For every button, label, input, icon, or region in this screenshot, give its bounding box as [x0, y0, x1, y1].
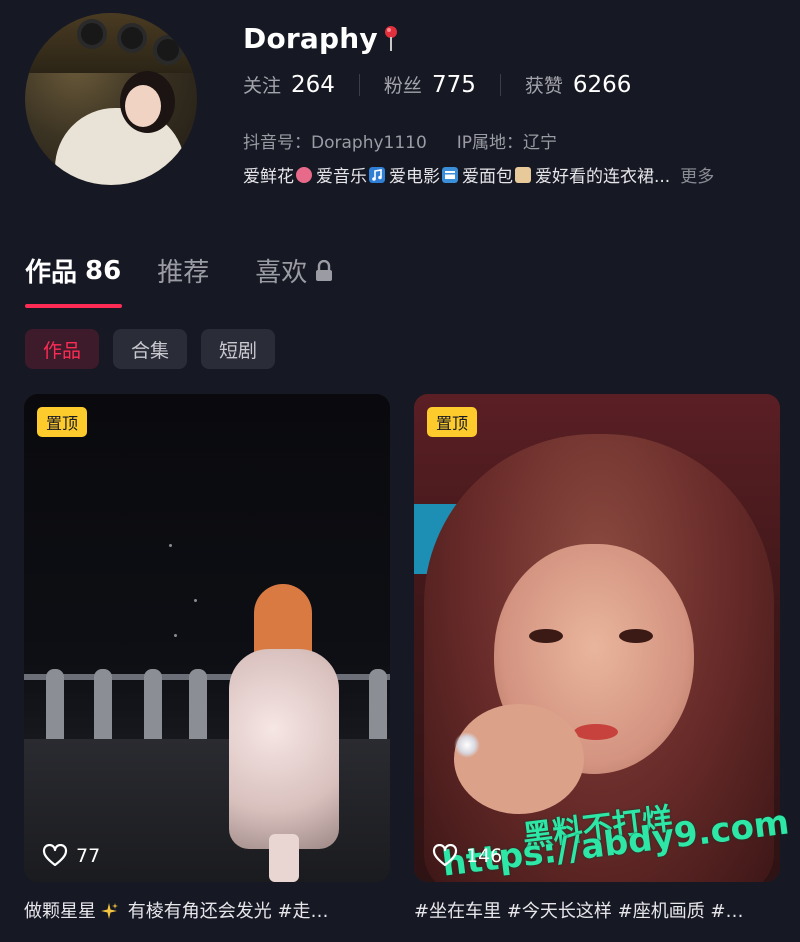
tab-label: 作品 [25, 258, 78, 288]
chip-works[interactable]: 作品 [25, 329, 100, 369]
avatar[interactable] [25, 13, 197, 185]
bio: 爱鲜花 爱音乐 爱电影 爱面包 爱好看的连衣裙... 更多 [243, 162, 714, 187]
stat-value: 6266 [572, 72, 632, 98]
bio-item: 爱电影 [389, 167, 440, 187]
bio-item: 爱音乐 [316, 167, 367, 187]
avatar-person-face [125, 85, 161, 127]
like-count-value: 77 [76, 845, 101, 867]
tab-recommend[interactable]: 推荐 [157, 252, 209, 289]
vinyl-record-decor [153, 35, 183, 65]
ip-location: IP属地：辽宁 [456, 133, 558, 153]
night-light [194, 599, 197, 602]
bridge-post [144, 669, 162, 739]
girl-dress [229, 649, 339, 849]
divider [499, 73, 501, 96]
profile-stats: 关注 264 粉丝 775 获赞 6266 [243, 71, 631, 98]
stat-label: 获赞 [524, 75, 563, 97]
tab-label: 喜欢 [255, 258, 308, 288]
girl-legs [269, 834, 299, 882]
divider [358, 73, 360, 96]
bridge-post [94, 669, 112, 739]
stat-label: 粉丝 [383, 75, 422, 97]
like-count: 77 [42, 844, 100, 868]
chip-short-dramas[interactable]: 短剧 [201, 329, 276, 369]
heart-icon [432, 844, 458, 867]
tab-works[interactable]: 作品 86 [25, 252, 121, 289]
night-light [169, 544, 172, 547]
video-card[interactable]: 置顶 77 [24, 394, 390, 882]
bridge-post [189, 669, 207, 739]
stat-label: 关注 [243, 75, 282, 97]
ring-sparkle [454, 732, 480, 758]
stat-value: 264 [291, 72, 335, 98]
bio-more-link[interactable]: 更多 [680, 162, 714, 187]
vinyl-record-decor [77, 19, 107, 49]
active-tab-indicator [25, 304, 122, 308]
bridge-post [46, 669, 64, 739]
video-caption[interactable]: 做颗星星 有棱有角还会发光 #走… [24, 897, 390, 923]
movie-icon [442, 166, 458, 183]
stat-likes-received[interactable]: 获赞 6266 [525, 71, 632, 98]
stat-following[interactable]: 关注 264 [243, 71, 335, 98]
bio-item: 爱鲜花 [243, 167, 294, 187]
portrait-eye [529, 629, 563, 643]
stat-followers[interactable]: 粉丝 775 [384, 71, 476, 98]
bio-item: 爱好看的连衣裙... [535, 167, 671, 187]
chip-collections[interactable]: 合集 [113, 329, 188, 369]
filter-chips: 作品 合集 短剧 [25, 329, 276, 369]
bread-icon [515, 166, 531, 183]
portrait-lips [574, 724, 618, 740]
caption-text: 做颗星星 [24, 901, 96, 922]
bridge-post [369, 669, 387, 739]
like-count: 146 [432, 844, 502, 868]
sparkle-icon [101, 903, 118, 919]
tab-count: 86 [85, 255, 122, 286]
caption-text: 有棱有角还会发光 #走… [122, 901, 329, 922]
portrait-eye [619, 629, 653, 643]
pinned-badge: 置顶 [427, 407, 478, 437]
pinned-badge: 置顶 [37, 407, 88, 437]
name-row: Doraphy [243, 22, 398, 55]
bio-item: 爱面包 [462, 167, 513, 187]
music-note-icon [369, 166, 385, 183]
tab-likes[interactable]: 喜欢 [255, 252, 333, 289]
night-light [174, 634, 177, 637]
like-count-value: 146 [466, 845, 503, 867]
video-caption[interactable]: #坐在车里 #今天长这样 #座机画质 #… [414, 897, 780, 923]
tab-label: 推荐 [157, 258, 210, 288]
heart-icon [42, 844, 68, 867]
douyin-id: 抖音号：Doraphy1110 [243, 133, 427, 153]
username: Doraphy [243, 22, 378, 55]
profile-tabs: 作品 86 推荐 喜欢 [25, 252, 333, 289]
flower-icon [296, 166, 312, 183]
portrait-hand [454, 704, 584, 814]
profile-meta: 抖音号：Doraphy1110 IP属地：辽宁 [243, 128, 557, 153]
stat-value: 775 [431, 72, 476, 98]
map-pin-icon [384, 25, 397, 51]
vinyl-record-decor [117, 23, 147, 53]
lock-icon [316, 259, 333, 281]
